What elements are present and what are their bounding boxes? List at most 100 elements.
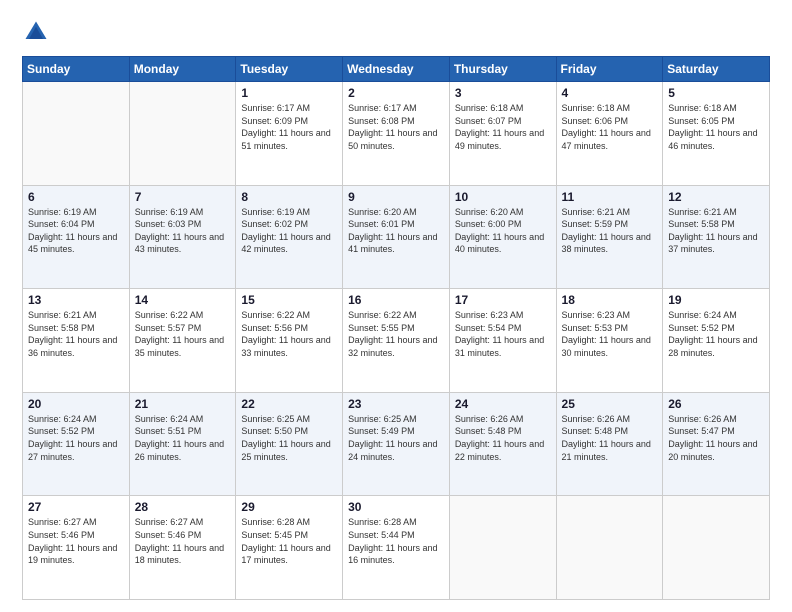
day-number: 29 (241, 500, 337, 514)
day-number: 12 (668, 190, 764, 204)
day-number: 22 (241, 397, 337, 411)
day-info: Sunrise: 6:27 AM Sunset: 5:46 PM Dayligh… (28, 516, 124, 566)
page: SundayMondayTuesdayWednesdayThursdayFrid… (0, 0, 792, 612)
day-number: 28 (135, 500, 231, 514)
day-info: Sunrise: 6:23 AM Sunset: 5:53 PM Dayligh… (562, 309, 658, 359)
calendar-week-row: 1 Sunrise: 6:17 AM Sunset: 6:09 PM Daylig… (23, 82, 770, 186)
day-info: Sunrise: 6:22 AM Sunset: 5:57 PM Dayligh… (135, 309, 231, 359)
day-info: Sunrise: 6:24 AM Sunset: 5:52 PM Dayligh… (28, 413, 124, 463)
day-number: 19 (668, 293, 764, 307)
day-info: Sunrise: 6:21 AM Sunset: 5:59 PM Dayligh… (562, 206, 658, 256)
day-info: Sunrise: 6:25 AM Sunset: 5:50 PM Dayligh… (241, 413, 337, 463)
calendar-cell (556, 496, 663, 600)
day-info: Sunrise: 6:21 AM Sunset: 5:58 PM Dayligh… (28, 309, 124, 359)
day-info: Sunrise: 6:26 AM Sunset: 5:48 PM Dayligh… (562, 413, 658, 463)
calendar-cell: 11 Sunrise: 6:21 AM Sunset: 5:59 PM Dayli… (556, 185, 663, 289)
calendar-cell: 24 Sunrise: 6:26 AM Sunset: 5:48 PM Dayli… (449, 392, 556, 496)
calendar-cell (449, 496, 556, 600)
day-number: 26 (668, 397, 764, 411)
day-info: Sunrise: 6:23 AM Sunset: 5:54 PM Dayligh… (455, 309, 551, 359)
day-info: Sunrise: 6:28 AM Sunset: 5:45 PM Dayligh… (241, 516, 337, 566)
calendar-cell: 29 Sunrise: 6:28 AM Sunset: 5:45 PM Dayli… (236, 496, 343, 600)
calendar-cell: 8 Sunrise: 6:19 AM Sunset: 6:02 PM Daylig… (236, 185, 343, 289)
day-number: 4 (562, 86, 658, 100)
day-number: 18 (562, 293, 658, 307)
day-info: Sunrise: 6:20 AM Sunset: 6:00 PM Dayligh… (455, 206, 551, 256)
day-info: Sunrise: 6:26 AM Sunset: 5:48 PM Dayligh… (455, 413, 551, 463)
day-number: 8 (241, 190, 337, 204)
day-info: Sunrise: 6:24 AM Sunset: 5:52 PM Dayligh… (668, 309, 764, 359)
calendar-cell: 23 Sunrise: 6:25 AM Sunset: 5:49 PM Dayli… (343, 392, 450, 496)
weekday-header-row: SundayMondayTuesdayWednesdayThursdayFrid… (23, 57, 770, 82)
calendar-cell: 13Sunrise: 6:21 AM Sunset: 5:58 PM Dayli… (23, 289, 130, 393)
day-number: 23 (348, 397, 444, 411)
calendar-cell (663, 496, 770, 600)
calendar-cell: 20 Sunrise: 6:24 AM Sunset: 5:52 PM Dayli… (23, 392, 130, 496)
day-number: 5 (668, 86, 764, 100)
day-number: 30 (348, 500, 444, 514)
day-number: 16 (348, 293, 444, 307)
calendar-cell: 27 Sunrise: 6:27 AM Sunset: 5:46 PM Dayli… (23, 496, 130, 600)
header (22, 18, 770, 46)
calendar-cell: 10 Sunrise: 6:20 AM Sunset: 6:00 PM Dayli… (449, 185, 556, 289)
calendar-week-row: 27 Sunrise: 6:27 AM Sunset: 5:46 PM Dayli… (23, 496, 770, 600)
calendar-cell: 25 Sunrise: 6:26 AM Sunset: 5:48 PM Dayli… (556, 392, 663, 496)
day-number: 3 (455, 86, 551, 100)
calendar-cell (23, 82, 130, 186)
weekday-header-tuesday: Tuesday (236, 57, 343, 82)
day-number: 25 (562, 397, 658, 411)
calendar-cell: 28 Sunrise: 6:27 AM Sunset: 5:46 PM Dayli… (129, 496, 236, 600)
day-info: Sunrise: 6:18 AM Sunset: 6:05 PM Dayligh… (668, 102, 764, 152)
day-number: 15 (241, 293, 337, 307)
logo (22, 18, 54, 46)
day-info: Sunrise: 6:27 AM Sunset: 5:46 PM Dayligh… (135, 516, 231, 566)
day-number: 1 (241, 86, 337, 100)
day-number: 27 (28, 500, 124, 514)
day-info: Sunrise: 6:22 AM Sunset: 5:55 PM Dayligh… (348, 309, 444, 359)
day-info: Sunrise: 6:18 AM Sunset: 6:07 PM Dayligh… (455, 102, 551, 152)
calendar-cell: 9Sunrise: 6:20 AM Sunset: 6:01 PM Daylig… (343, 185, 450, 289)
day-number: 6 (28, 190, 124, 204)
day-number: 21 (135, 397, 231, 411)
calendar-cell: 15Sunrise: 6:22 AM Sunset: 5:56 PM Dayli… (236, 289, 343, 393)
weekday-header-saturday: Saturday (663, 57, 770, 82)
calendar-week-row: 6 Sunrise: 6:19 AM Sunset: 6:04 PM Daylig… (23, 185, 770, 289)
calendar-cell: 26 Sunrise: 6:26 AM Sunset: 5:47 PM Dayli… (663, 392, 770, 496)
day-info: Sunrise: 6:26 AM Sunset: 5:47 PM Dayligh… (668, 413, 764, 463)
day-number: 7 (135, 190, 231, 204)
weekday-header-sunday: Sunday (23, 57, 130, 82)
calendar-cell: 2 Sunrise: 6:17 AM Sunset: 6:08 PM Daylig… (343, 82, 450, 186)
day-number: 24 (455, 397, 551, 411)
day-info: Sunrise: 6:19 AM Sunset: 6:03 PM Dayligh… (135, 206, 231, 256)
day-info: Sunrise: 6:24 AM Sunset: 5:51 PM Dayligh… (135, 413, 231, 463)
day-info: Sunrise: 6:17 AM Sunset: 6:09 PM Dayligh… (241, 102, 337, 152)
day-number: 2 (348, 86, 444, 100)
calendar-cell: 1 Sunrise: 6:17 AM Sunset: 6:09 PM Daylig… (236, 82, 343, 186)
logo-icon (22, 18, 50, 46)
calendar-cell: 21 Sunrise: 6:24 AM Sunset: 5:51 PM Dayli… (129, 392, 236, 496)
day-info: Sunrise: 6:17 AM Sunset: 6:08 PM Dayligh… (348, 102, 444, 152)
calendar-cell (129, 82, 236, 186)
calendar-cell: 7 Sunrise: 6:19 AM Sunset: 6:03 PM Daylig… (129, 185, 236, 289)
day-info: Sunrise: 6:20 AM Sunset: 6:01 PM Dayligh… (348, 206, 444, 256)
calendar-cell: 17 Sunrise: 6:23 AM Sunset: 5:54 PM Dayli… (449, 289, 556, 393)
calendar-cell: 30Sunrise: 6:28 AM Sunset: 5:44 PM Dayli… (343, 496, 450, 600)
day-info: Sunrise: 6:19 AM Sunset: 6:04 PM Dayligh… (28, 206, 124, 256)
day-number: 10 (455, 190, 551, 204)
calendar-week-row: 20 Sunrise: 6:24 AM Sunset: 5:52 PM Dayli… (23, 392, 770, 496)
calendar-cell: 6 Sunrise: 6:19 AM Sunset: 6:04 PM Daylig… (23, 185, 130, 289)
day-number: 20 (28, 397, 124, 411)
day-number: 11 (562, 190, 658, 204)
day-number: 17 (455, 293, 551, 307)
weekday-header-friday: Friday (556, 57, 663, 82)
day-info: Sunrise: 6:18 AM Sunset: 6:06 PM Dayligh… (562, 102, 658, 152)
weekday-header-monday: Monday (129, 57, 236, 82)
day-info: Sunrise: 6:21 AM Sunset: 5:58 PM Dayligh… (668, 206, 764, 256)
day-info: Sunrise: 6:25 AM Sunset: 5:49 PM Dayligh… (348, 413, 444, 463)
calendar-cell: 22 Sunrise: 6:25 AM Sunset: 5:50 PM Dayli… (236, 392, 343, 496)
calendar-cell: 18 Sunrise: 6:23 AM Sunset: 5:53 PM Dayli… (556, 289, 663, 393)
day-info: Sunrise: 6:19 AM Sunset: 6:02 PM Dayligh… (241, 206, 337, 256)
calendar-cell: 16 Sunrise: 6:22 AM Sunset: 5:55 PM Dayli… (343, 289, 450, 393)
weekday-header-thursday: Thursday (449, 57, 556, 82)
day-number: 14 (135, 293, 231, 307)
